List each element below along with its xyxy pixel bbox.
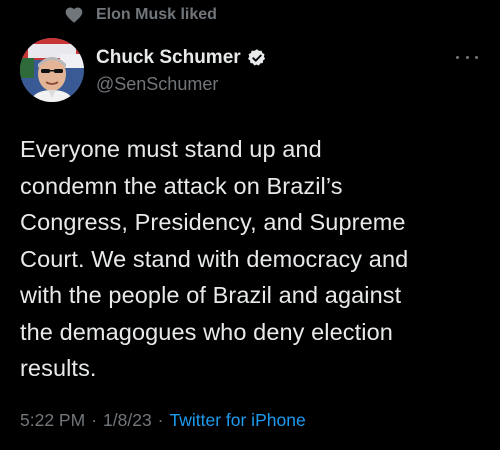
- more-options-icon[interactable]: [456, 52, 478, 62]
- tweet-time[interactable]: 5:22 PM: [20, 410, 85, 431]
- tweet-meta: 5:22 PM · 1/8/23 · Twitter for iPhone: [20, 410, 306, 431]
- author-name[interactable]: Chuck Schumer: [96, 47, 241, 69]
- social-context: Elon Musk liked: [64, 4, 217, 26]
- separator-dot: ·: [91, 410, 98, 430]
- tweet-card: Elon Musk liked Chuck Schumer @SenSchume…: [0, 0, 500, 450]
- author-block: Chuck Schumer @SenSchumer: [96, 46, 267, 95]
- author-name-row: Chuck Schumer: [96, 46, 267, 70]
- dot: [465, 55, 469, 59]
- avatar[interactable]: [20, 38, 84, 102]
- dot: [456, 55, 459, 59]
- author-handle[interactable]: @SenSchumer: [96, 74, 267, 95]
- dot: [475, 55, 478, 59]
- verified-badge-icon: [247, 48, 267, 68]
- tweet-text: Everyone must stand up and condemn the a…: [20, 136, 409, 381]
- separator-dot: ·: [157, 410, 164, 430]
- heart-icon: [64, 5, 84, 25]
- social-context-text[interactable]: Elon Musk liked: [96, 6, 217, 24]
- tweet-source-link[interactable]: Twitter for iPhone: [170, 410, 306, 431]
- tweet-date[interactable]: 1/8/23: [103, 410, 152, 431]
